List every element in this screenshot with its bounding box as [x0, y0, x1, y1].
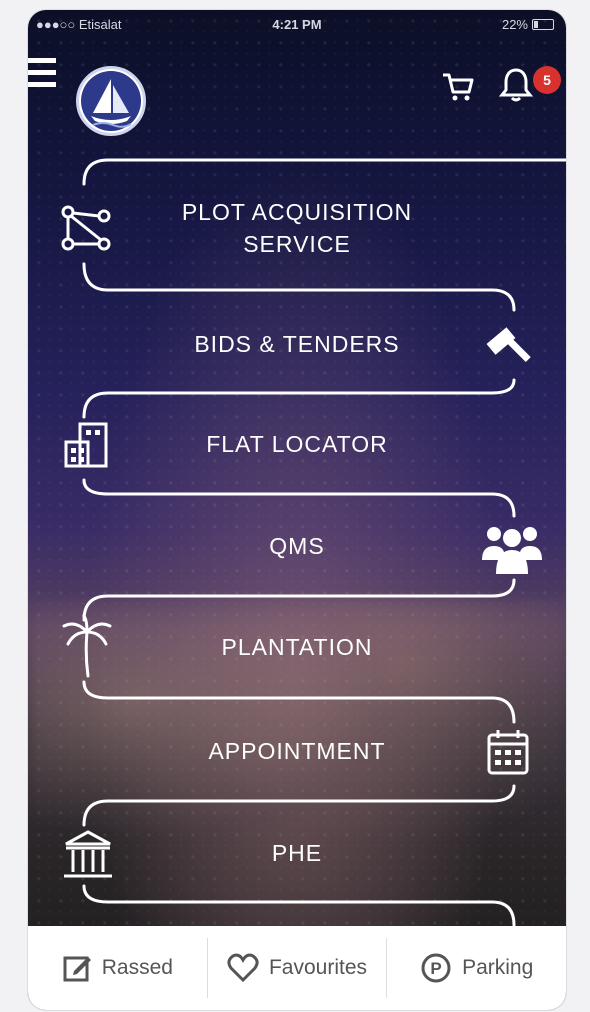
people-group-icon	[482, 527, 542, 574]
parking-icon: P	[421, 953, 451, 983]
app-screen: ●●●○○ Etisalat 4:21 PM 22% 5 PLOT ACQUIS…	[28, 10, 566, 1010]
tab-label: Rassed	[101, 956, 173, 979]
heart-icon	[227, 953, 259, 983]
tab-label: Favourites	[268, 956, 368, 979]
tab-label: Parking	[462, 956, 534, 979]
gavel-icon	[486, 327, 531, 363]
tab-parking[interactable]: P Parking	[387, 926, 566, 1010]
network-nodes-icon	[61, 205, 111, 251]
tab-favourites[interactable]: Favourites	[208, 926, 387, 1010]
palm-tree-icon	[62, 614, 112, 678]
edit-icon	[63, 956, 91, 982]
tab-rassed[interactable]: Rassed	[28, 926, 207, 1010]
bottom-tab-bar: Rassed Favourites P Parking	[28, 926, 566, 1010]
svg-text:P: P	[430, 959, 441, 978]
buildings-icon	[64, 422, 108, 468]
institution-icon	[64, 830, 112, 878]
calendar-icon	[487, 730, 529, 775]
